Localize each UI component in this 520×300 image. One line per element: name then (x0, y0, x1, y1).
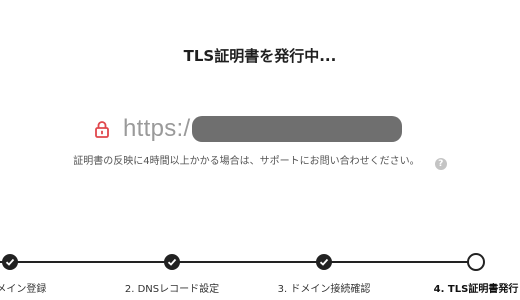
redacted-domain (192, 116, 403, 142)
step-3-label: 3. ドメイン接続確認 (277, 284, 371, 295)
help-icon[interactable]: ? (434, 158, 447, 170)
step-1-label: 1. ドメイン登録 (0, 284, 47, 295)
page-title: TLS証明書を発行中... (183, 47, 337, 65)
step-3-check-icon (316, 254, 332, 270)
step-1-check-icon (2, 254, 18, 270)
lock-icon (95, 121, 109, 138)
url-scheme-text: https:/ (123, 115, 191, 142)
support-note: 証明書の反映に4時間以上かかる場合は、サポートにお問い合わせください。 ? (0, 152, 520, 170)
step-4-label: 4. TLS証明書発行 (433, 284, 519, 295)
url-display: https:/ (95, 112, 403, 146)
stepper-track (0, 261, 476, 263)
step-2-label: 2. DNSレコード設定 (124, 284, 220, 295)
step-2-check-icon (164, 254, 180, 270)
step-4-current-icon (467, 253, 485, 271)
support-note-text: 証明書の反映に4時間以上かかる場合は、サポートにお問い合わせください。 (73, 156, 420, 167)
